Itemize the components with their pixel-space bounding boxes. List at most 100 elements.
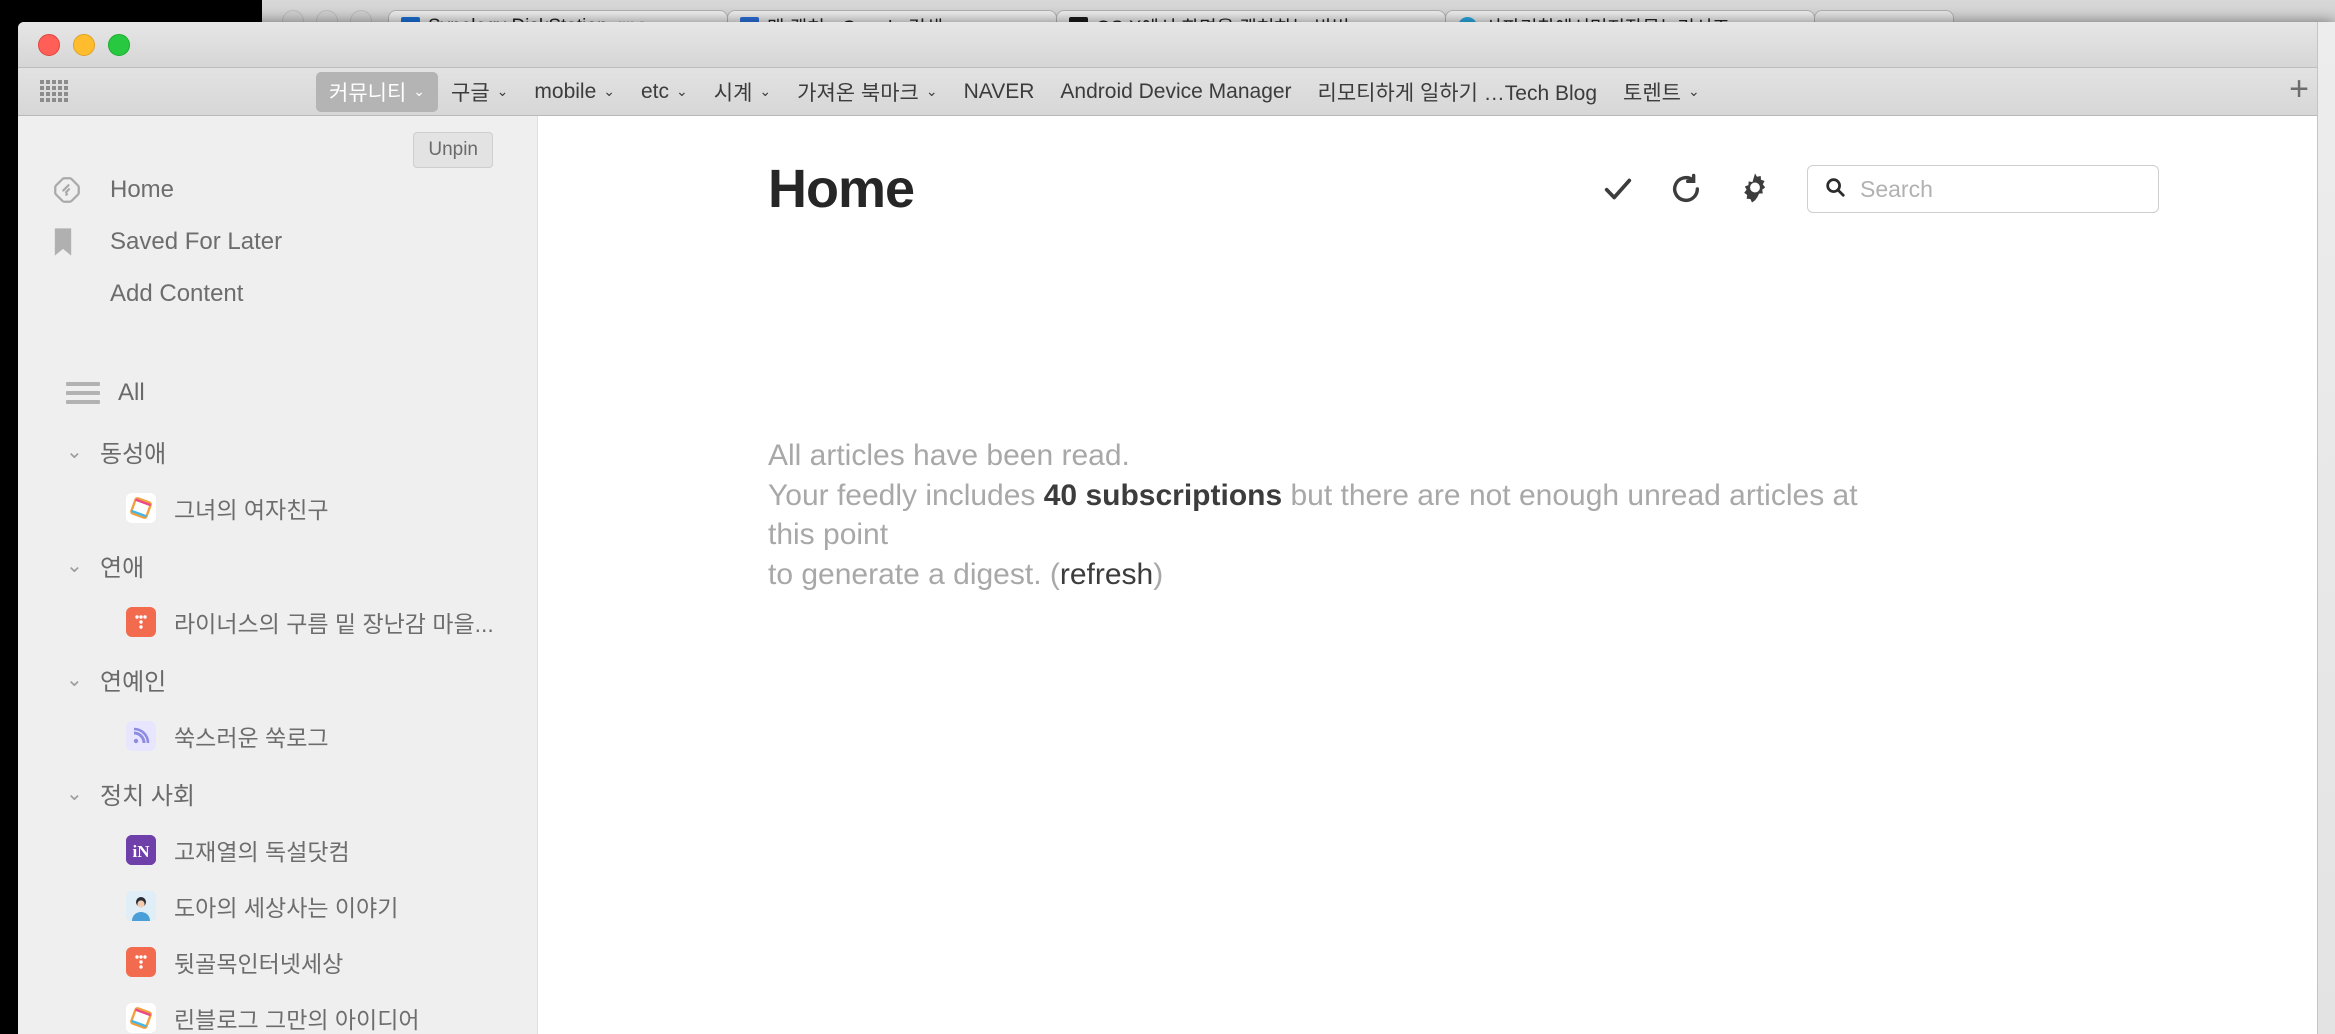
sidebar-feed-2-0[interactable]: 쑥스러운 쑥로그 bbox=[18, 708, 537, 764]
search-box[interactable] bbox=[1807, 165, 2159, 213]
header-toolbar bbox=[1601, 165, 2287, 213]
bookmark-android-device-manager[interactable]: Android Device Manager bbox=[1047, 75, 1304, 109]
list-lines-icon bbox=[66, 382, 100, 404]
sidebar-item-home[interactable]: Home bbox=[18, 164, 537, 216]
bookmark-community-label: 커뮤니티 bbox=[329, 81, 407, 105]
empty-state-line-1: All articles have been read. bbox=[768, 439, 1130, 472]
sidebar-feed-3-0[interactable]: iN 고재열의 독설닷컴 bbox=[18, 822, 537, 878]
bookmark-icon bbox=[52, 227, 92, 257]
bookmark-mobile-label: mobile bbox=[534, 79, 597, 103]
sidebar-category-1[interactable]: ⌄ 연애 bbox=[18, 536, 537, 594]
gear-icon[interactable] bbox=[1737, 171, 1773, 207]
bookmark-etc-label: etc bbox=[641, 79, 670, 103]
bookmark-tech-blog[interactable]: 리모티하게 일하기 …Tech Blog bbox=[1305, 72, 1610, 112]
sidebar-feed-0-0-label: 그녀의 여자친구 bbox=[174, 497, 329, 523]
empty-state-line-3-prefix: to generate a digest. ( bbox=[768, 557, 1060, 591]
avatar-photo-icon bbox=[126, 891, 156, 921]
bookmark-torrent[interactable]: 토렌트 ⌄ bbox=[1610, 72, 1713, 112]
chevron-down-icon: ⌄ bbox=[1687, 83, 1700, 99]
window-titlebar bbox=[18, 22, 2335, 68]
sidebar-category-2-label: 연예인 bbox=[100, 668, 167, 696]
empty-state-line-3-suffix: ) bbox=[1153, 557, 1164, 591]
sidebar-divider-gap bbox=[18, 320, 537, 364]
bookmark-imported-label: 가져온 북마크 bbox=[797, 81, 919, 105]
sidebar-feed-3-2[interactable]: 뒷골목인터넷세상 bbox=[18, 934, 537, 990]
sidebar-feed-3-1-label: 도아의 세상사는 이야기 bbox=[174, 895, 399, 921]
chevron-down-icon: ⌄ bbox=[413, 83, 426, 99]
tistory-icon bbox=[126, 493, 156, 523]
background-window-right-edge bbox=[2317, 22, 2335, 1034]
minimize-button[interactable] bbox=[73, 33, 95, 56]
sidebar-category-3-label: 정치 사회 bbox=[100, 782, 195, 810]
empty-state-line-3: to generate a digest. (refresh) bbox=[768, 555, 1868, 595]
sidebar-feed-3-2-label: 뒷골목인터넷세상 bbox=[174, 951, 344, 977]
main-header: Home bbox=[538, 116, 2335, 220]
sidebar-item-saved-label: Saved For Later bbox=[110, 228, 283, 255]
chevron-down-icon[interactable]: ⌄ bbox=[66, 667, 100, 692]
sidebar-feed-2-0-label: 쑥스러운 쑥로그 bbox=[174, 725, 329, 751]
bookmark-imported[interactable]: 가져온 북마크 ⌄ bbox=[784, 72, 951, 112]
bookmark-clock-label: 시계 bbox=[713, 81, 753, 105]
new-tab-button[interactable]: + bbox=[2275, 72, 2323, 111]
bookmark-naver-label: NAVER bbox=[963, 79, 1035, 103]
zoom-button[interactable] bbox=[108, 33, 130, 56]
bookmark-items: 커뮤니티 ⌄ 구글 ⌄ mobile ⌄ etc ⌄ 시계 ⌄ 가져온 북마크 … bbox=[316, 71, 2275, 112]
page-title: Home bbox=[768, 159, 915, 219]
bookmark-google-label: 구글 bbox=[451, 81, 490, 105]
tistory-icon bbox=[126, 1003, 156, 1033]
sidebar-category-3[interactable]: ⌄ 정치 사회 bbox=[18, 764, 537, 822]
sidebar-category-0[interactable]: ⌄ 동성애 bbox=[18, 422, 537, 480]
bookmark-mobile[interactable]: mobile ⌄ bbox=[521, 75, 628, 109]
sidebar-item-add-content[interactable]: Add Content bbox=[18, 268, 537, 320]
chevron-down-icon: ⌄ bbox=[496, 83, 509, 99]
sidebar-feed-3-3[interactable]: 린블로그 그만의 아이디어 bbox=[18, 990, 537, 1034]
news-n-icon: iN bbox=[126, 835, 156, 865]
feedly-logo-icon bbox=[52, 175, 92, 205]
sidebar-item-add-content-label: Add Content bbox=[110, 280, 244, 307]
orange-dots-icon bbox=[126, 607, 156, 637]
chevron-down-icon: ⌄ bbox=[925, 83, 938, 99]
bookmark-naver[interactable]: NAVER bbox=[951, 75, 1048, 109]
bookmark-tech-blog-label: 리모티하게 일하기 …Tech Blog bbox=[1317, 81, 1597, 105]
mark-all-read-check-icon[interactable] bbox=[1601, 172, 1635, 206]
sidebar: Unpin Home Saved For Later Add Content A… bbox=[18, 116, 538, 1034]
chevron-down-icon: ⌄ bbox=[676, 83, 688, 99]
sidebar-item-home-label: Home bbox=[110, 176, 175, 203]
main-content: Home Search All articles have been read.… bbox=[538, 116, 2335, 1034]
chevron-down-icon[interactable]: ⌄ bbox=[66, 781, 100, 806]
bookmark-adm-label: Android Device Manager bbox=[1060, 79, 1292, 103]
browser-window: 커뮤니티 ⌄ 구글 ⌄ mobile ⌄ etc ⌄ 시계 ⌄ 가져온 북마크 … bbox=[18, 22, 2335, 1034]
close-button[interactable] bbox=[38, 33, 60, 56]
bookmark-community[interactable]: 커뮤니티 ⌄ bbox=[316, 71, 439, 112]
svg-text:iN: iN bbox=[133, 842, 151, 861]
subscription-count: 40 subscriptions bbox=[1043, 478, 1283, 512]
sidebar-feed-3-1[interactable]: 도아의 세상사는 이야기 bbox=[18, 878, 537, 934]
refresh-link[interactable]: refresh bbox=[1060, 558, 1153, 591]
sidebar-item-all-label: All bbox=[118, 379, 145, 406]
unpin-button[interactable]: Unpin bbox=[413, 132, 493, 168]
refresh-icon[interactable] bbox=[1669, 172, 1703, 206]
bookmark-etc[interactable]: etc ⌄ bbox=[628, 75, 701, 109]
sidebar-feed-3-0-label: 고재열의 독설닷컴 bbox=[174, 839, 350, 865]
bookmark-google[interactable]: 구글 ⌄ bbox=[438, 72, 521, 112]
chevron-down-icon[interactable]: ⌄ bbox=[66, 553, 100, 578]
sidebar-item-saved-for-later[interactable]: Saved For Later bbox=[18, 216, 537, 268]
chevron-down-icon[interactable]: ⌄ bbox=[66, 439, 100, 464]
sidebar-feed-0-0[interactable]: 그녀의 여자친구 bbox=[18, 480, 537, 536]
chevron-down-icon: ⌄ bbox=[759, 83, 772, 99]
empty-state-message: All articles have been read. Your feedly… bbox=[538, 220, 1868, 594]
search-icon bbox=[1824, 176, 1846, 203]
sidebar-item-all[interactable]: All bbox=[18, 364, 537, 422]
sidebar-category-1-label: 연애 bbox=[100, 554, 145, 582]
bookmark-clock[interactable]: 시계 ⌄ bbox=[701, 72, 784, 112]
sidebar-feed-1-0[interactable]: 라이너스의 구름 밑 장난감 마을... bbox=[18, 594, 537, 650]
chevron-down-icon: ⌄ bbox=[603, 83, 615, 99]
feedly-app: Unpin Home Saved For Later Add Content A… bbox=[18, 116, 2335, 1034]
sidebar-feed-3-3-label: 린블로그 그만의 아이디어 bbox=[174, 1007, 420, 1033]
empty-state-line-2-prefix: Your feedly includes bbox=[768, 478, 1044, 512]
sidebar-category-2[interactable]: ⌄ 연예인 bbox=[18, 650, 537, 708]
window-controls bbox=[38, 33, 130, 56]
search-input[interactable] bbox=[1860, 175, 2142, 203]
apps-grid-icon[interactable] bbox=[40, 79, 68, 104]
bookmarks-bar: 커뮤니티 ⌄ 구글 ⌄ mobile ⌄ etc ⌄ 시계 ⌄ 가져온 북마크 … bbox=[18, 68, 2335, 116]
